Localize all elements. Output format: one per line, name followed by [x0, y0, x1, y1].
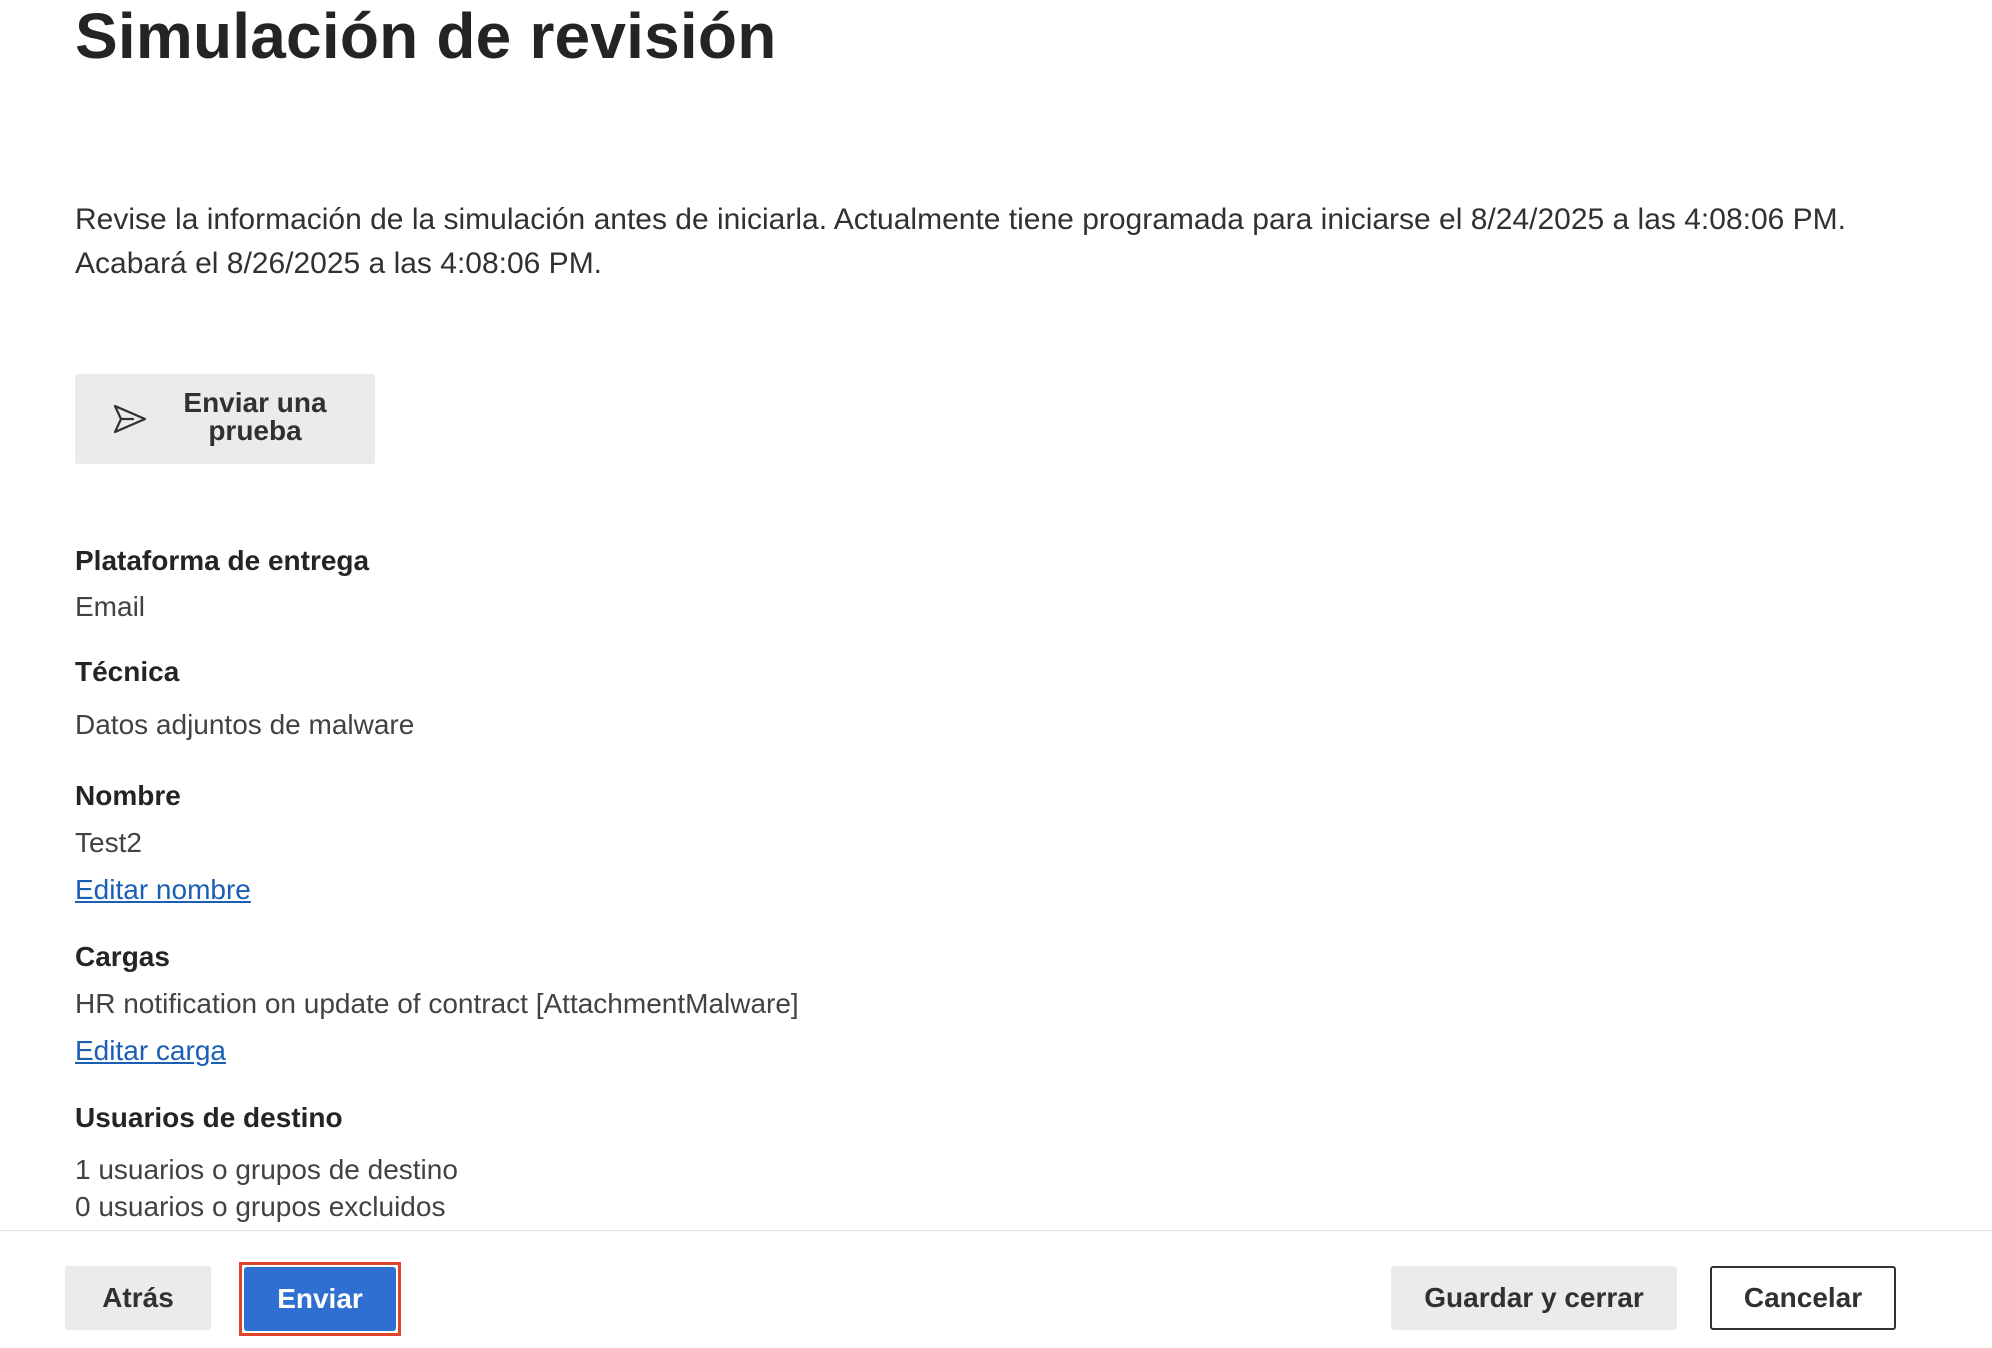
send-test-label: Enviar una prueba: [183, 387, 327, 446]
back-button[interactable]: Atrás: [65, 1266, 211, 1330]
delivery-platform-value: Email: [75, 591, 146, 622]
edit-payload-link[interactable]: Editar carga: [75, 1034, 226, 1068]
delivery-platform-label: Plataforma de entrega: [75, 545, 370, 576]
send-test-button[interactable]: Enviar una prueba: [75, 374, 375, 464]
name-label: Nombre: [75, 780, 181, 811]
technique-label: Técnica: [75, 656, 180, 687]
save-and-close-button[interactable]: Guardar y cerrar: [1391, 1266, 1677, 1330]
intro-text: Revise la información de la simulación a…: [75, 203, 1846, 280]
payloads-label: Cargas: [75, 941, 170, 972]
footer-divider: [0, 1230, 1992, 1231]
edit-name-link[interactable]: Editar nombre: [75, 873, 251, 907]
page-title: Simulación de revisión: [75, 0, 777, 72]
name-value: Test2: [75, 827, 142, 858]
send-icon: [113, 404, 147, 434]
payloads-value: HR notification on update of contract [A…: [75, 988, 799, 1019]
target-users-label: Usuarios de destino: [75, 1102, 343, 1133]
submit-button[interactable]: Enviar: [244, 1267, 396, 1331]
review-simulation-page: Simulación de revisión Revise la informa…: [0, 0, 1992, 1348]
target-users-excluded: 0 usuarios o grupos excluidos: [75, 1191, 446, 1222]
technique-value: Datos adjuntos de malware: [75, 709, 415, 740]
cancel-button[interactable]: Cancelar: [1710, 1266, 1896, 1330]
target-users-included: 1 usuarios o grupos de destino: [75, 1154, 458, 1185]
